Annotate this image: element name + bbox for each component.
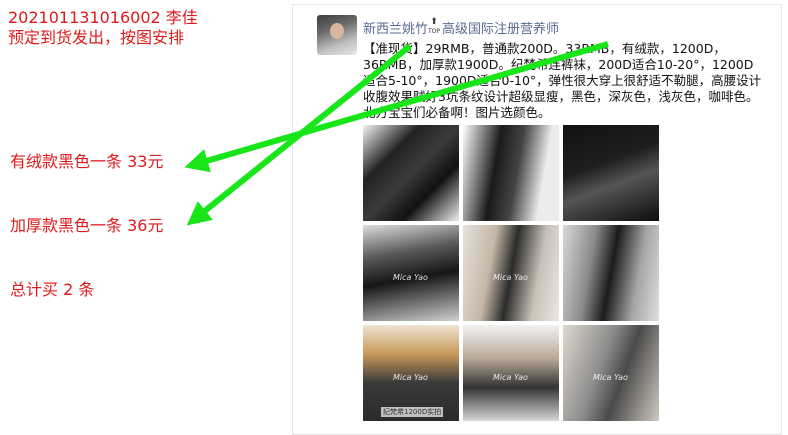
photo-tights-folded[interactable] xyxy=(363,125,459,221)
photo-tights-packaged[interactable]: Mica Yao xyxy=(363,225,459,321)
photo-model-mirror[interactable]: Mica Yao xyxy=(463,225,559,321)
item-velvet-black-note: 有绒款黑色一条 33元 xyxy=(10,152,164,171)
photo-model-panda-emoji[interactable]: Mica Yao xyxy=(463,325,559,421)
watermark: Mica Yao xyxy=(593,373,628,382)
watermark: Mica Yao xyxy=(493,373,528,382)
photo-grid: Mica Yao Mica Yao Mica Yao 纪梵希1200D实拍 Mi… xyxy=(363,125,663,430)
post-body-text: 【准现货】29RMB，普通款200D。33RMB，有绒款，1200D，36RMB… xyxy=(363,41,762,120)
total-quantity-note: 总计买 2 条 xyxy=(10,280,95,299)
order-id-note: 202101131016002 李佳 xyxy=(8,8,198,27)
photo-legs-closeup[interactable]: Mica Yao xyxy=(563,325,659,421)
item-thick-black-note: 加厚款黑色一条 36元 xyxy=(10,216,164,235)
avatar[interactable] xyxy=(317,15,357,55)
moments-post-card: 新西兰姚竹 ⬆ TOP 高级国际注册营养师 【准现货】29RMB，普通款200D… xyxy=(292,4,782,435)
photo-tights-dark[interactable] xyxy=(563,125,659,221)
photo-model-standing[interactable] xyxy=(563,225,659,321)
watermark: Mica Yao xyxy=(493,273,528,282)
top-badge-icon: ⬆ TOP xyxy=(427,17,440,35)
shipping-instruction-note: 预定到货发出，按图安排 xyxy=(8,28,185,47)
photo-tights-flatlay[interactable] xyxy=(463,125,559,221)
poster-name[interactable]: 新西兰姚竹 xyxy=(363,18,428,37)
watermark: Mica Yao xyxy=(393,273,428,282)
watermark: Mica Yao xyxy=(393,373,428,382)
photo-model-bear-emoji[interactable]: Mica Yao 纪梵希1200D实拍 xyxy=(363,325,459,421)
photo-caption: 纪梵希1200D实拍 xyxy=(381,407,444,417)
top-badge-label: TOP xyxy=(427,28,440,35)
poster-title: 高级国际注册营养师 xyxy=(442,22,560,37)
